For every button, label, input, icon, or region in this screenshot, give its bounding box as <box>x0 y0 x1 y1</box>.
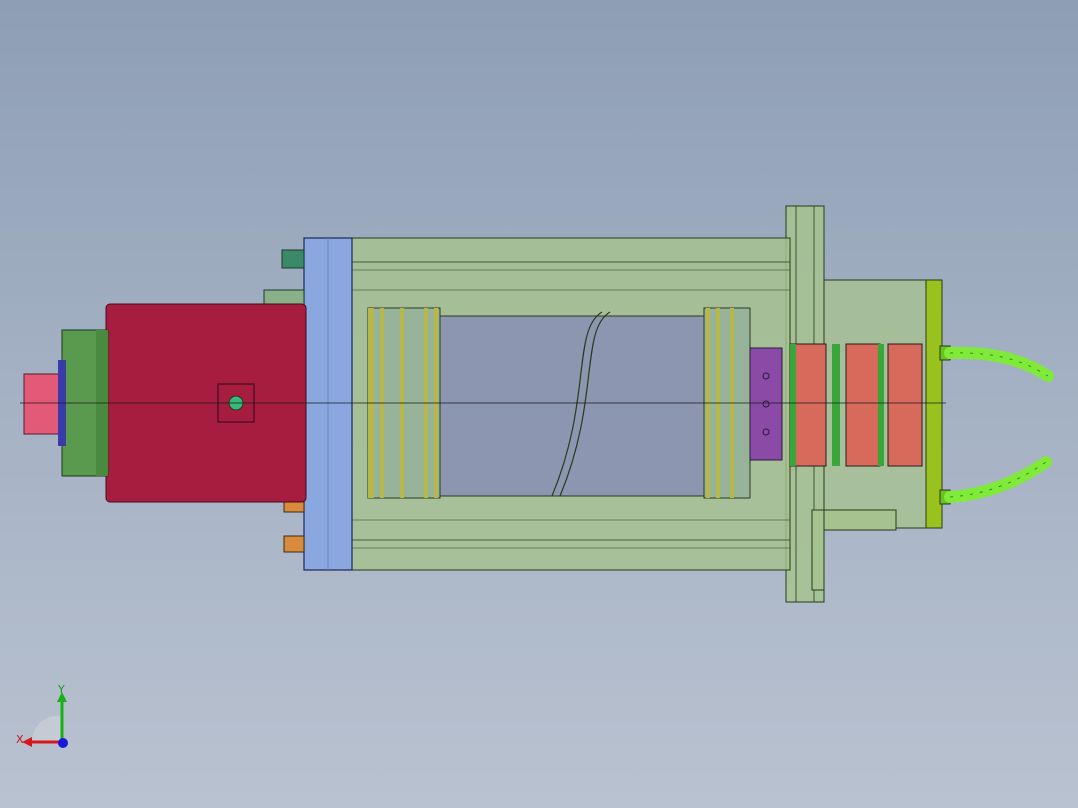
front-flange <box>303 237 353 571</box>
coolant-hose-upper <box>944 346 1054 382</box>
purple-hub <box>749 347 783 461</box>
view-triad[interactable]: Y X <box>10 684 80 754</box>
spindle-assembly-model[interactable] <box>0 0 1078 808</box>
end-plate <box>925 279 951 529</box>
rear-seal-rings <box>789 343 923 467</box>
x-axis-label: X <box>16 733 24 746</box>
y-axis-label: Y <box>58 683 65 696</box>
coolant-hose-lower <box>944 456 1052 503</box>
z-axis-dot <box>58 738 68 748</box>
rotor-shaft <box>439 311 711 497</box>
cad-viewport[interactable]: Y X <box>0 0 1078 808</box>
